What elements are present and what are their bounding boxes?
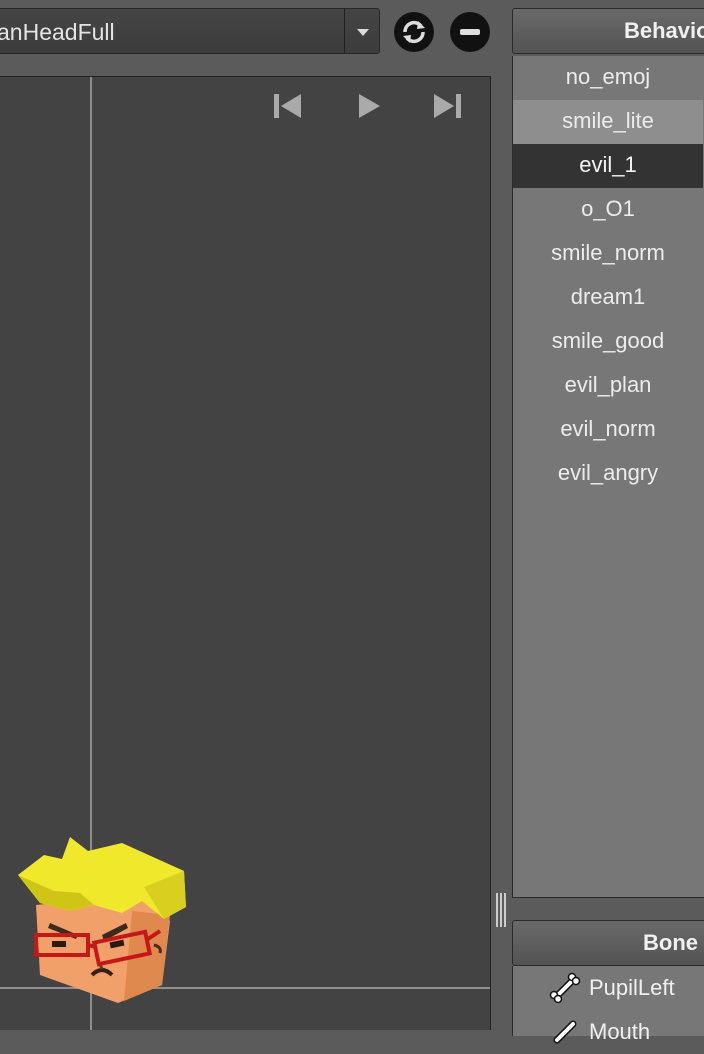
- bone-icon: [553, 1020, 577, 1044]
- remove-button[interactable]: [450, 12, 490, 52]
- skip-to-start-button[interactable]: [270, 89, 306, 123]
- character-head-sprite: [18, 837, 186, 1003]
- bone-item-pupilleft[interactable]: PupilLeft: [549, 966, 675, 1010]
- behaviours-panel-header: Behavio: [512, 8, 704, 54]
- refresh-icon: [403, 20, 425, 44]
- play-button[interactable]: [350, 89, 386, 123]
- scene-viewport[interactable]: [0, 76, 491, 1030]
- behaviour-item-no-emoj[interactable]: no_emoj: [513, 56, 703, 100]
- panel-splitter-handle[interactable]: [494, 893, 508, 927]
- skip-to-end-icon: [434, 94, 461, 118]
- skip-to-start-icon: [274, 94, 301, 118]
- minus-circle-icon: [460, 29, 480, 35]
- behaviour-item-smile-lite[interactable]: smile_lite: [513, 100, 703, 144]
- bone-item-label: PupilLeft: [589, 975, 675, 1000]
- behaviours-list: no_emoj smile_lite evil_1 o_O1 smile_nor…: [512, 56, 704, 898]
- play-icon: [359, 94, 380, 118]
- skip-to-end-button[interactable]: [430, 89, 466, 123]
- bones-list: PupilLeft Mouth: [512, 966, 704, 1044]
- behaviour-item-evil-1[interactable]: evil_1: [513, 144, 703, 188]
- model-dropdown-value: anHeadFull: [0, 19, 115, 45]
- bone-item-label: Mouth: [589, 1019, 651, 1044]
- bone-icon: [549, 972, 581, 1004]
- behaviour-item-evil-norm[interactable]: evil_norm: [513, 408, 703, 452]
- behaviour-item-o-o1[interactable]: o_O1: [513, 188, 703, 232]
- chevron-down-icon[interactable]: [344, 9, 379, 53]
- bones-panel-title: Bone: [643, 930, 698, 955]
- behaviour-item-evil-plan[interactable]: evil_plan: [513, 364, 703, 408]
- refresh-button[interactable]: [394, 12, 434, 52]
- behaviour-item-dream1[interactable]: dream1: [513, 276, 703, 320]
- behaviour-item-smile-good[interactable]: smile_good: [513, 320, 703, 364]
- model-dropdown[interactable]: anHeadFull: [0, 8, 380, 54]
- bone-item-mouth[interactable]: Mouth: [549, 1010, 650, 1054]
- bones-panel-header: Bone: [512, 920, 704, 966]
- behaviour-item-evil-angry[interactable]: evil_angry: [513, 452, 703, 496]
- behaviours-panel-title: Behavio: [624, 18, 704, 43]
- splitter-grip-icon: [496, 893, 506, 927]
- behaviour-item-smile-norm[interactable]: smile_norm: [513, 232, 703, 276]
